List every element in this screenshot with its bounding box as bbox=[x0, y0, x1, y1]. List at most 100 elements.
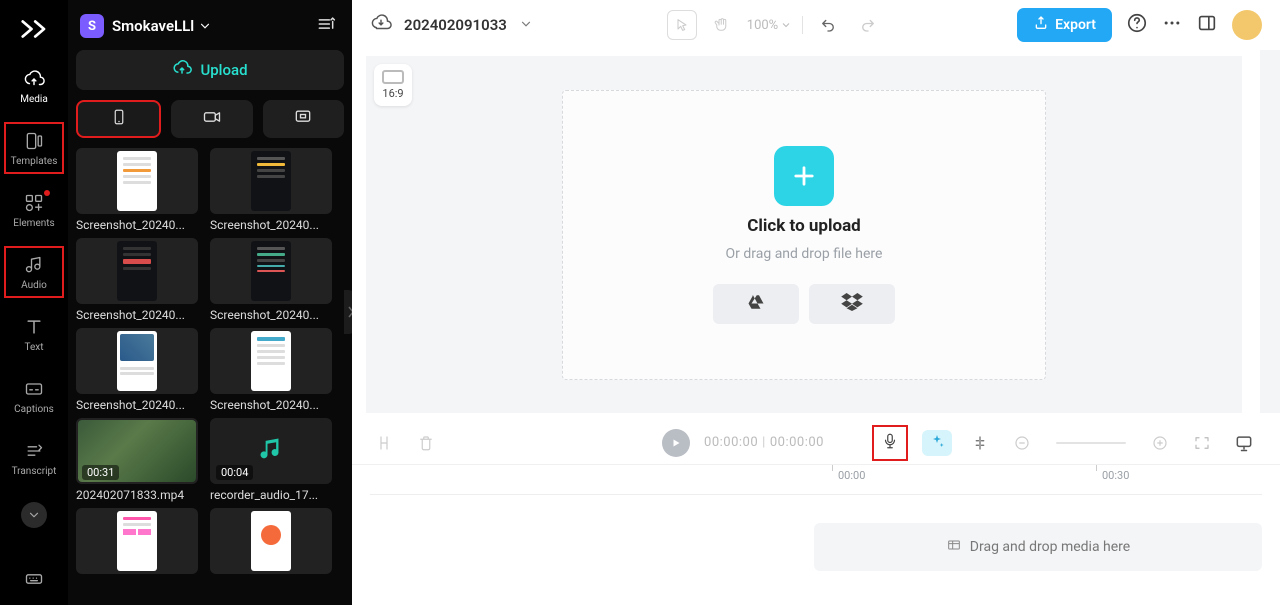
media-item[interactable]: Screenshot_20240... bbox=[210, 238, 332, 322]
text-icon bbox=[23, 316, 45, 338]
zoom-in-button[interactable] bbox=[1146, 429, 1174, 457]
rail-label: Transcript bbox=[12, 466, 57, 477]
delete-button[interactable] bbox=[412, 429, 440, 457]
upload-plus-button[interactable] bbox=[774, 146, 834, 206]
media-item-label: Screenshot_20240... bbox=[76, 218, 198, 232]
rail-templates[interactable]: Templates bbox=[4, 122, 64, 174]
export-button[interactable]: Export bbox=[1017, 8, 1112, 42]
project-badge: S bbox=[80, 14, 104, 38]
phone-icon bbox=[110, 108, 128, 130]
layout-toggle-button[interactable] bbox=[1196, 12, 1218, 38]
device-tab-camera[interactable] bbox=[171, 100, 252, 138]
media-item-label: Screenshot_20240... bbox=[210, 218, 332, 232]
media-item[interactable]: Screenshot_20240... bbox=[210, 148, 332, 232]
project-name-text: SmokaveLLl bbox=[112, 17, 194, 35]
timeline-tracks[interactable]: Drag and drop media here bbox=[352, 495, 1280, 605]
ratio-text: 16:9 bbox=[382, 87, 403, 100]
split-marker-button[interactable] bbox=[966, 429, 994, 457]
media-item[interactable]: Screenshot_20240... bbox=[76, 238, 198, 322]
canvas[interactable]: 16:9 Click to upload Or drag and drop fi… bbox=[366, 56, 1242, 413]
record-voiceover-button[interactable] bbox=[872, 425, 908, 461]
google-drive-button[interactable] bbox=[713, 284, 799, 324]
undo-button[interactable] bbox=[813, 10, 843, 40]
play-button[interactable] bbox=[662, 429, 690, 457]
rail-label: Elements bbox=[13, 218, 54, 229]
rail-label: Text bbox=[24, 342, 43, 353]
project-name-dropdown[interactable]: SmokaveLLl bbox=[112, 17, 212, 35]
media-item[interactable] bbox=[76, 508, 198, 574]
user-avatar[interactable] bbox=[1232, 10, 1262, 40]
timecode: 00:00:00|00:00:00 bbox=[704, 435, 824, 450]
media-item[interactable]: Screenshot_20240... bbox=[76, 328, 198, 412]
elements-icon bbox=[23, 192, 45, 214]
media-item-label: Screenshot_20240... bbox=[76, 398, 198, 412]
upload-dropzone[interactable]: Click to upload Or drag and drop file he… bbox=[562, 90, 1046, 380]
rail-keyboard-button[interactable] bbox=[21, 566, 47, 592]
media-item-label: 202402071833.mp4 bbox=[76, 488, 198, 502]
rail-text[interactable]: Text bbox=[4, 308, 64, 360]
media-grid: Screenshot_20240... Screenshot_20240... … bbox=[76, 148, 344, 605]
microphone-icon bbox=[881, 432, 899, 454]
ruler-mark: 00:30 bbox=[1102, 469, 1129, 482]
rail-media[interactable]: Media bbox=[4, 60, 64, 112]
upload-title: Click to upload bbox=[747, 216, 860, 236]
fit-button[interactable] bbox=[1188, 429, 1216, 457]
device-tab-phone[interactable] bbox=[76, 100, 161, 138]
track-drop-placeholder[interactable]: Drag and drop media here bbox=[814, 523, 1262, 571]
redo-button[interactable] bbox=[853, 10, 883, 40]
zoom-out-button[interactable] bbox=[1008, 429, 1036, 457]
aspect-ratio-button[interactable]: 16:9 bbox=[374, 64, 412, 106]
auto-captions-button[interactable] bbox=[922, 430, 952, 456]
top-bar: 202402091033 100% Export bbox=[352, 0, 1280, 50]
dropbox-icon bbox=[841, 293, 863, 315]
timeline-toolbar: 00:00:00|00:00:00 bbox=[352, 421, 1280, 465]
rail-label: Templates bbox=[11, 156, 58, 167]
rail-audio[interactable]: Audio bbox=[4, 246, 64, 298]
media-item[interactable] bbox=[210, 508, 332, 574]
present-button[interactable] bbox=[1230, 429, 1258, 457]
app-logo[interactable] bbox=[13, 8, 55, 50]
split-button[interactable] bbox=[370, 429, 398, 457]
rail-more-button[interactable] bbox=[21, 502, 47, 528]
panel-settings-button[interactable] bbox=[316, 14, 336, 38]
media-item[interactable]: 00:31 202402071833.mp4 bbox=[76, 418, 198, 502]
cloud-sync-icon[interactable] bbox=[370, 12, 392, 38]
media-item[interactable]: Screenshot_20240... bbox=[76, 148, 198, 232]
rail-transcript[interactable]: Transcript bbox=[4, 432, 64, 484]
export-label: Export bbox=[1055, 17, 1096, 33]
upload-subtitle: Or drag and drop file here bbox=[726, 246, 883, 262]
zoom-dropdown[interactable]: 100% bbox=[747, 18, 792, 33]
media-item-label: Screenshot_20240... bbox=[210, 398, 332, 412]
rail-label: Captions bbox=[14, 404, 54, 415]
google-drive-icon bbox=[746, 293, 766, 315]
upload-button[interactable]: Upload bbox=[76, 50, 344, 90]
sparkle-icon bbox=[929, 433, 945, 453]
zoom-slider[interactable] bbox=[1056, 442, 1126, 444]
project-bar: S SmokaveLLl bbox=[76, 10, 344, 50]
title-dropdown-icon[interactable] bbox=[519, 16, 533, 35]
right-gutter bbox=[1260, 50, 1280, 413]
rail-label: Audio bbox=[21, 280, 47, 291]
rail-elements[interactable]: Elements bbox=[4, 184, 64, 236]
document-title[interactable]: 202402091033 bbox=[404, 16, 507, 34]
timeline-ruler[interactable]: 00:00 00:30 01:00 01:3 bbox=[370, 465, 1262, 495]
ratio-rect-icon bbox=[382, 70, 404, 84]
camera-icon bbox=[202, 107, 222, 131]
cursor-tool-button[interactable] bbox=[667, 10, 697, 40]
duration-badge: 00:31 bbox=[82, 465, 119, 480]
templates-icon bbox=[23, 130, 45, 152]
hand-tool-button[interactable] bbox=[707, 10, 737, 40]
rail-captions[interactable]: Captions bbox=[4, 370, 64, 422]
device-tab-screen[interactable] bbox=[263, 100, 344, 138]
transcript-icon bbox=[23, 440, 45, 462]
media-item[interactable]: 00:04 recorder_audio_17... bbox=[210, 418, 332, 502]
dropbox-button[interactable] bbox=[809, 284, 895, 324]
more-menu-button[interactable] bbox=[1162, 13, 1182, 37]
help-button[interactable] bbox=[1126, 12, 1148, 38]
cloud-upload-icon bbox=[23, 68, 45, 90]
media-item[interactable]: Screenshot_20240... bbox=[210, 328, 332, 412]
grid-icon bbox=[946, 537, 962, 557]
track-placeholder-text: Drag and drop media here bbox=[970, 539, 1130, 555]
music-note-icon bbox=[257, 435, 285, 467]
device-tabs bbox=[76, 100, 344, 138]
